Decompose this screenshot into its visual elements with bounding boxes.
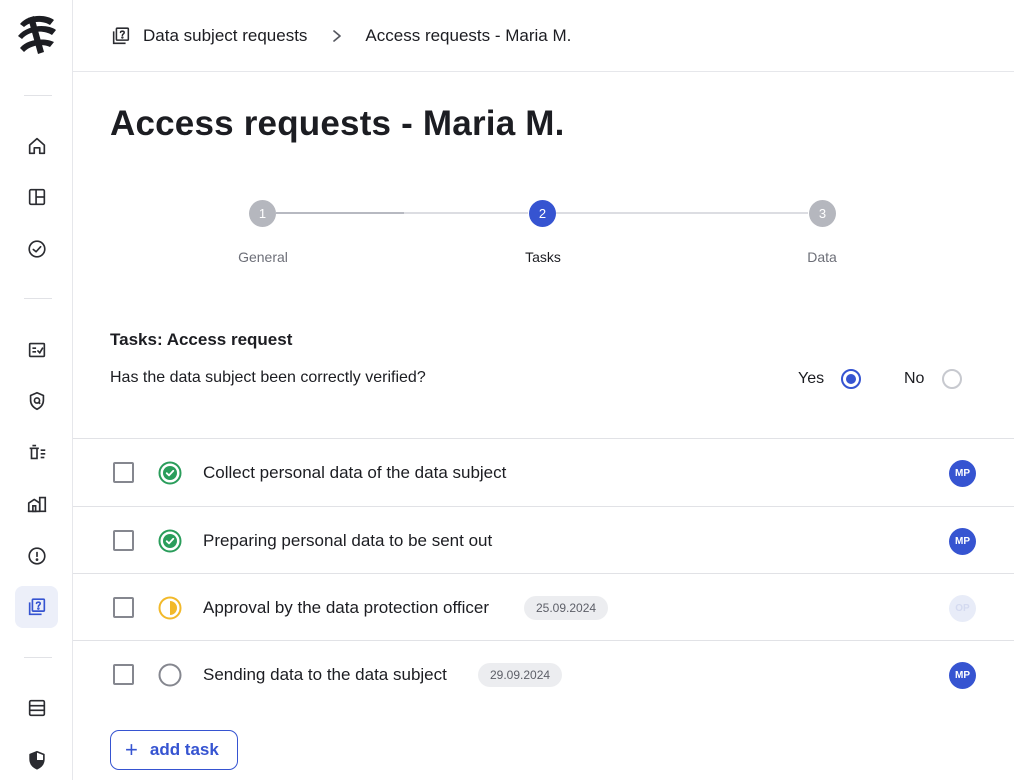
step-1-label: General	[238, 249, 288, 265]
task-label[interactable]: Approval by the data protection officer	[203, 598, 489, 618]
add-task-button[interactable]: + add task	[110, 730, 238, 770]
sidebar-item-home[interactable]	[15, 125, 58, 167]
stepper-line	[404, 212, 528, 214]
add-task-label: add task	[149, 740, 219, 759]
sidebar-divider	[24, 657, 52, 658]
assignee-avatar[interactable]: OP	[949, 595, 976, 622]
task-row[interactable]: Approval by the data protection officer …	[73, 573, 1014, 641]
check-circle-icon	[27, 240, 46, 258]
step-3-circle[interactable]: 3	[809, 200, 836, 227]
database-icon	[28, 699, 45, 717]
sidebar-item-privacy[interactable]	[15, 380, 58, 422]
task-row[interactable]: Sending data to the data subject 29.09.2…	[73, 640, 1014, 708]
delete-list-icon	[29, 444, 45, 460]
step-3-label: Data	[807, 249, 837, 265]
checklist-icon	[28, 342, 45, 358]
status-done-icon	[158, 461, 182, 485]
task-label[interactable]: Sending data to the data subject	[203, 665, 447, 685]
sidebar-item-security[interactable]	[15, 739, 58, 780]
sidebar-item-vendors[interactable]	[15, 483, 58, 525]
sidebar	[0, 0, 73, 780]
step-2-label: Tasks	[525, 249, 561, 265]
radio-no-label[interactable]: No	[904, 370, 924, 388]
breadcrumb-root-link[interactable]: Data subject requests	[143, 26, 307, 46]
buildings-icon	[27, 496, 46, 513]
task-checkbox[interactable]	[113, 462, 134, 483]
sidebar-item-dashboard[interactable]	[15, 176, 58, 218]
status-in-progress-icon	[158, 596, 182, 620]
radio-no[interactable]	[942, 369, 962, 389]
assignee-avatar[interactable]: MP	[949, 662, 976, 689]
task-checkbox[interactable]	[113, 664, 134, 685]
status-done-icon	[158, 529, 182, 553]
task-checkbox[interactable]	[113, 597, 134, 618]
plus-icon: +	[125, 737, 138, 762]
due-date-badge: 29.09.2024	[478, 663, 563, 687]
task-checkbox[interactable]	[113, 530, 134, 551]
page-title: Access requests - Maria M.	[110, 104, 565, 143]
task-row[interactable]: Collect personal data of the data subjec…	[73, 438, 1014, 506]
task-row[interactable]: Preparing personal data to be sent out M…	[73, 506, 1014, 574]
assignee-avatar[interactable]: MP	[949, 528, 976, 555]
alert-circle-icon	[27, 547, 46, 565]
chevron-right-icon	[333, 29, 342, 42]
radio-yes-label[interactable]: Yes	[798, 370, 824, 388]
radio-yes[interactable]	[841, 369, 861, 389]
due-date-badge: 25.09.2024	[524, 596, 609, 620]
brand-logo[interactable]	[14, 12, 60, 58]
task-label[interactable]: Collect personal data of the data subjec…	[203, 463, 506, 483]
sidebar-divider	[24, 298, 52, 299]
home-icon	[28, 137, 45, 155]
shield-search-icon	[29, 391, 44, 411]
breadcrumb-current: Access requests - Maria M.	[365, 25, 572, 45]
verification-question: Has the data subject been correctly veri…	[110, 369, 426, 386]
sidebar-item-data-subject-requests[interactable]	[15, 586, 58, 628]
sidebar-item-incidents[interactable]	[15, 535, 58, 577]
step-2-circle[interactable]: 2	[529, 200, 556, 227]
stepper-line	[556, 212, 808, 214]
sidebar-item-records[interactable]	[15, 687, 58, 729]
assignee-avatar[interactable]: MP	[949, 460, 976, 487]
sidebar-item-tasks[interactable]	[15, 228, 58, 270]
sidebar-divider	[24, 95, 52, 96]
sidebar-item-checklist[interactable]	[15, 329, 58, 371]
question-doc-icon	[28, 598, 45, 616]
question-doc-icon	[112, 26, 130, 44]
status-open-icon	[158, 663, 182, 687]
sidebar-item-deletion[interactable]	[15, 431, 58, 473]
shield-half-icon	[28, 750, 45, 770]
breadcrumb: Data subject requests Access requests - …	[73, 0, 1014, 72]
layout-icon	[28, 188, 45, 206]
tasks-section-title: Tasks: Access request	[110, 330, 293, 349]
stepper-progress-line	[276, 212, 404, 214]
task-label[interactable]: Preparing personal data to be sent out	[203, 531, 492, 551]
step-1-circle[interactable]: 1	[249, 200, 276, 227]
